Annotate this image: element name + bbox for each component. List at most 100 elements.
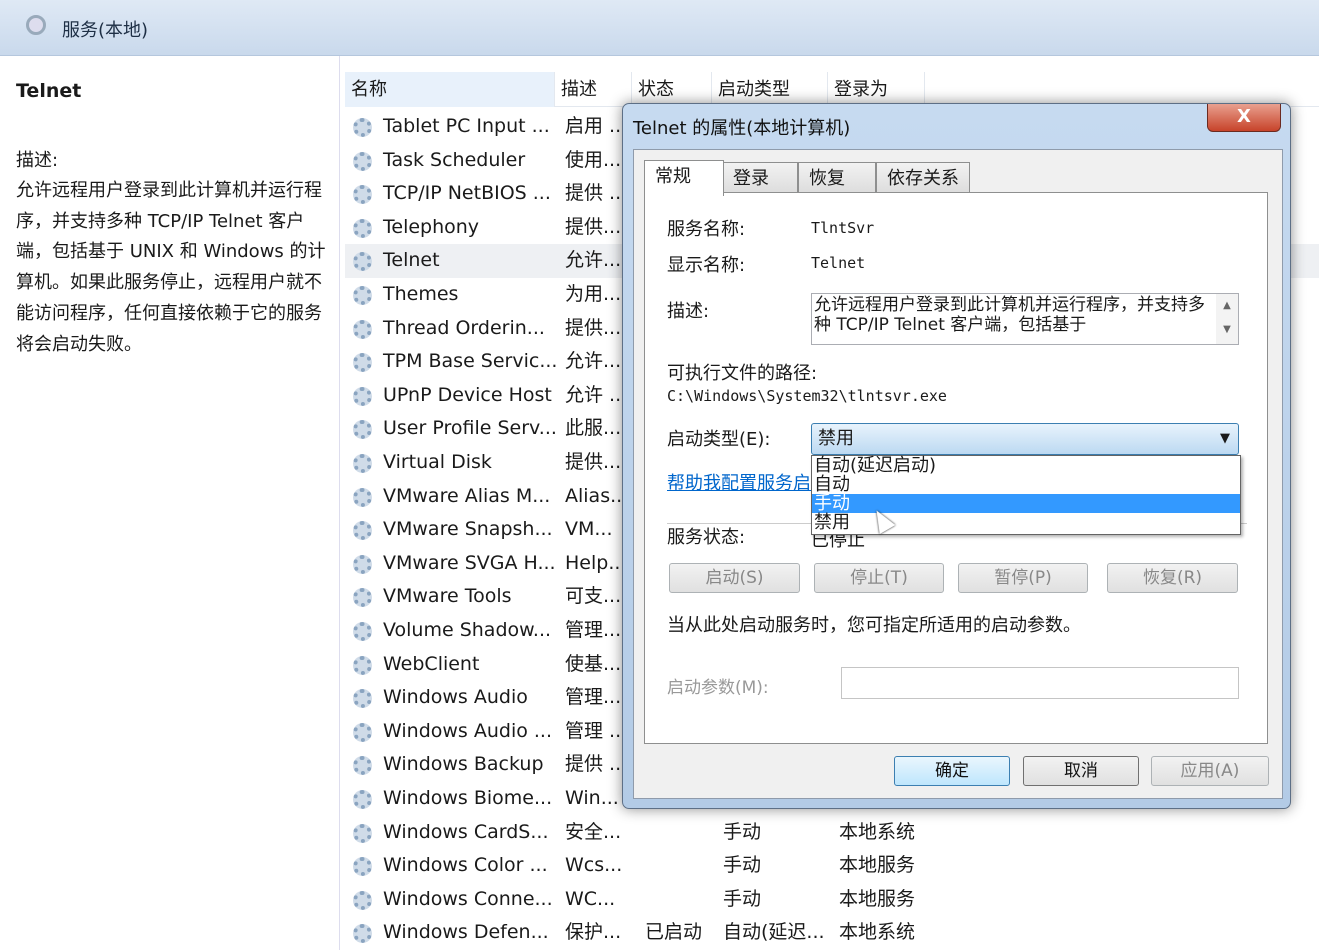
service-name: TPM Base Servic... [383,350,558,373]
startup-type-dropdown[interactable]: 禁用 ▼ [811,423,1239,455]
start-params-hint: 当从此处启动服务时，您可指定所适用的启动参数。 [667,615,1081,636]
service-description: 允许远程用户登录到此计算机并运行程序，并支持多种 TCP/IP Telnet 客… [16,180,326,355]
service-row[interactable]: Windows Defen... 保护... 已启动 自动(延迟... 本地系统 [345,916,1319,950]
service-status-label: 服务状态: [667,527,746,548]
service-name: VMware Alias M... [383,484,551,507]
gear-icon [353,689,372,709]
startup-type-value: 禁用 [818,428,854,449]
service-logon: 本地系统 [839,820,916,843]
service-row[interactable]: Windows CardS... 安全... 手动 本地系统 [345,816,1319,850]
gear-icon [353,319,372,339]
cancel-button[interactable]: 取消 [1023,756,1139,786]
gear-icon [353,353,372,373]
service-name: Telnet [383,249,440,272]
tab-dependencies[interactable]: 依存关系 [876,162,970,194]
service-name: Windows Audio [383,686,528,709]
service-name: Task Scheduler [383,148,526,171]
tab-recovery[interactable]: 恢复 [798,162,876,194]
service-desc: 提供... [565,215,622,238]
pause-button[interactable]: 暂停(P) [958,563,1088,593]
chevron-down-icon: ▼ [1220,431,1230,446]
service-name: VMware Snapsh... [383,518,553,541]
display-name-value: Telnet [811,254,866,272]
tab-general[interactable]: 常规 [644,160,724,196]
gear-icon [353,386,372,406]
gear-icon [353,151,372,171]
dialog-title: Telnet 的属性(本地计算机) [633,118,851,139]
start-params-label: 启动参数(M): [667,678,769,698]
gear-icon [353,722,372,742]
service-name: Windows CardS... [383,820,549,843]
service-name: Windows Audio ... [383,719,553,742]
gear-icon [353,823,372,843]
service-name: Windows Defen... [383,921,549,944]
column-startup-type[interactable]: 启动类型 [712,72,828,107]
description-label: 描述: [16,150,59,171]
tab-logon[interactable]: 登录 [722,162,798,194]
service-desc: 允许... [565,249,622,272]
ok-button[interactable]: 确定 [894,756,1010,786]
service-name: Virtual Disk [383,451,492,473]
service-name: TCP/IP NetBIOS ... [383,182,551,205]
column-description[interactable]: 描述 [555,72,632,107]
description-pane: Telnet 描述: 允许远程用户登录到此计算机并运行程序，并支持多种 TCP/… [0,56,340,950]
close-button[interactable]: X [1207,104,1281,132]
gear-icon [353,118,372,137]
column-logon-as[interactable]: 登录为 [828,72,925,107]
gear-icon [353,924,372,944]
column-name[interactable]: 名称 [345,72,555,107]
service-desc: 允许 ... [565,383,628,406]
gear-icon [353,588,372,608]
description-textbox[interactable]: 允许远程用户登录到此计算机并运行程序，并支持多种 TCP/IP Telnet 客… [811,293,1239,345]
service-desc: 使基... [565,652,622,675]
service-name: WebClient [383,652,480,675]
service-desc: 此服... [565,417,622,440]
service-name-value: TlntSvr [811,219,875,237]
service-desc: 提供... [565,316,622,339]
service-desc: VM... [565,518,613,541]
gear-icon [353,890,372,910]
column-status[interactable]: 状态 [632,72,712,107]
service-desc: 管理 ... [565,719,628,742]
resume-button[interactable]: 恢复(R) [1107,563,1238,593]
service-name: Volume Shadow... [383,619,552,641]
description-text: 允许远程用户登录到此计算机并运行程序，并支持多种 TCP/IP Telnet 客… [814,295,1205,335]
gear-icon [353,622,372,641]
service-desc: Alias... [565,484,629,507]
service-row[interactable]: Windows Conne... WC... 手动 本地服务 [345,883,1319,917]
column-header: 名称 描述 状态 启动类型 登录为 [345,72,1319,107]
service-name: Windows Color ... [383,854,548,877]
gear-icon [353,286,372,305]
service-desc: 管理... [565,619,622,641]
service-name: Windows Conne... [383,887,553,910]
service-name-label: 服务名称: [667,219,746,240]
gear-icon [353,252,372,272]
service-startup: 手动 [723,887,762,910]
gear-icon [353,655,372,675]
start-button[interactable]: 启动(S) [669,563,800,593]
apply-button[interactable]: 应用(A) [1151,756,1269,786]
service-name: Windows Backup [383,753,544,776]
general-panel: 服务名称: TlntSvr 显示名称: Telnet 描述: 允许远程用户登录到… [644,192,1268,744]
stop-button[interactable]: 停止(T) [814,563,944,593]
console-title: 服务(本地) [62,20,149,41]
service-name: VMware SVGA H... [383,551,556,574]
description-scrollbar[interactable]: ▲ ▼ [1216,294,1238,344]
service-startup: 手动 [723,854,762,877]
service-logon: 本地服务 [839,854,916,877]
option-auto-delayed[interactable]: 自动(延迟启动) [812,456,1240,475]
start-params-input[interactable] [841,667,1239,699]
service-desc: Wcs... [565,854,623,877]
startup-type-label: 启动类型(E): [667,429,771,450]
option-auto[interactable]: 自动 [812,475,1240,494]
gear-icon [353,420,372,440]
service-desc: 为用... [565,283,622,305]
services-icon [26,15,46,35]
gear-icon [353,756,372,776]
service-logon: 本地服务 [839,887,916,910]
service-desc: 可支... [565,585,622,608]
service-name: Themes [383,283,459,305]
service-desc: Win... [565,787,619,809]
gear-icon [353,454,372,473]
service-row[interactable]: Windows Color ... Wcs... 手动 本地服务 [345,849,1319,883]
